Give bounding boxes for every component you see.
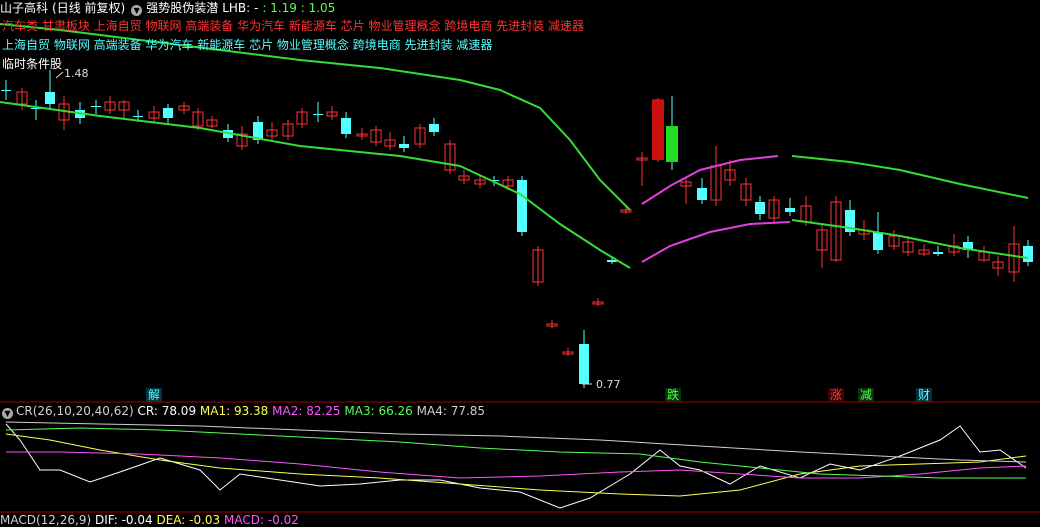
candle-body: [91, 106, 101, 107]
dea-value: DEA: -0.03: [156, 513, 221, 527]
stock-name[interactable]: 山子高科: [0, 1, 48, 15]
macd-indicator-header: MACD(12,26,9) DIF: -0.04 DEA: -0.03 MACD…: [0, 514, 299, 526]
price-low-label: 0.77: [596, 378, 621, 391]
candle-body: [133, 116, 143, 117]
title-bar: 山子高科 (日线 前复权) ▼ 强势股伪装潜 LHB: -: 1.19 : 1.05: [0, 0, 1040, 17]
ma3-value: MA3: 66.26: [344, 404, 413, 418]
candle-body: [163, 108, 173, 118]
event-marker-rise[interactable]: 涨: [828, 388, 845, 402]
chevron-down-icon[interactable]: ▼: [2, 408, 13, 419]
high-price-pointer: [55, 71, 64, 79]
candle-body: [1, 90, 11, 91]
candle-body: [399, 144, 409, 148]
candle-body: [341, 118, 351, 134]
event-marker-fall[interactable]: 跌: [665, 388, 682, 402]
cr-value: CR: 78.09: [137, 404, 197, 418]
concept-line-red: 汽车类 甘肃板块 上海自贸 物联网 高端装备 华为汽车 新能源车 芯片 物业管理…: [2, 19, 584, 33]
macd-value: MACD: -0.02: [224, 513, 299, 527]
magenta-upper: [641, 155, 779, 205]
candlestick-series[interactable]: [1, 70, 1033, 388]
candle-body: [933, 252, 943, 254]
ma4-value: MA4: 77.85: [416, 404, 486, 418]
candle-body: [873, 232, 883, 250]
price-chart[interactable]: [0, 0, 1040, 521]
cr-indicator-header: ▼ CR(26,10,20,40,62) CR: 78.09 MA1: 93.38…: [0, 404, 485, 419]
candle-body: [517, 180, 527, 232]
candle-body: [579, 344, 589, 384]
period-label[interactable]: (日线 前复权): [52, 1, 125, 15]
event-marker-unlock[interactable]: 解: [146, 388, 163, 402]
highlight-bar-green: [666, 126, 678, 162]
ma2-value: MA2: 82.25: [272, 404, 341, 418]
candle-body: [45, 92, 55, 104]
price-high-label: 1.48: [64, 67, 89, 80]
condition-label: 临时条件股: [2, 57, 63, 71]
candle-body: [697, 188, 707, 200]
lhb-values: : 1.19 : 1.05: [262, 1, 336, 15]
ma1-value: MA1: 93.38: [199, 404, 269, 418]
chevron-down-icon[interactable]: ▼: [131, 5, 143, 16]
cr-name[interactable]: CR(26,10,20,40,62): [16, 404, 134, 418]
lhb-label: LHB: -: [222, 1, 259, 15]
candle-body: [429, 124, 439, 132]
cr-indicator-lines: [5, 421, 1027, 509]
event-marker-reduce[interactable]: 减: [858, 388, 875, 402]
concept-line-cyan: 上海自贸 物联网 高端装备 华为汽车 新能源车 芯片 物业管理概念 跨境电商 先…: [2, 38, 493, 52]
indicator-name[interactable]: 强势股伪装潜: [146, 1, 218, 15]
ma4-line: [5, 421, 1027, 463]
macd-name[interactable]: MACD(12,26,9): [0, 513, 91, 527]
lower-band: [0, 101, 631, 269]
upper-band-right: [791, 155, 1029, 199]
candle-body: [313, 114, 323, 115]
band-lines: [0, 23, 1029, 269]
candle-body: [755, 202, 765, 214]
magenta-lower: [641, 221, 791, 263]
dif-value: DIF: -0.04: [94, 513, 153, 527]
highlight-bar-red: [652, 100, 664, 160]
candle-body: [785, 208, 795, 212]
candle-body: [1023, 246, 1033, 262]
event-marker-finance[interactable]: 财: [916, 388, 933, 402]
ma3-line: [5, 427, 1026, 479]
